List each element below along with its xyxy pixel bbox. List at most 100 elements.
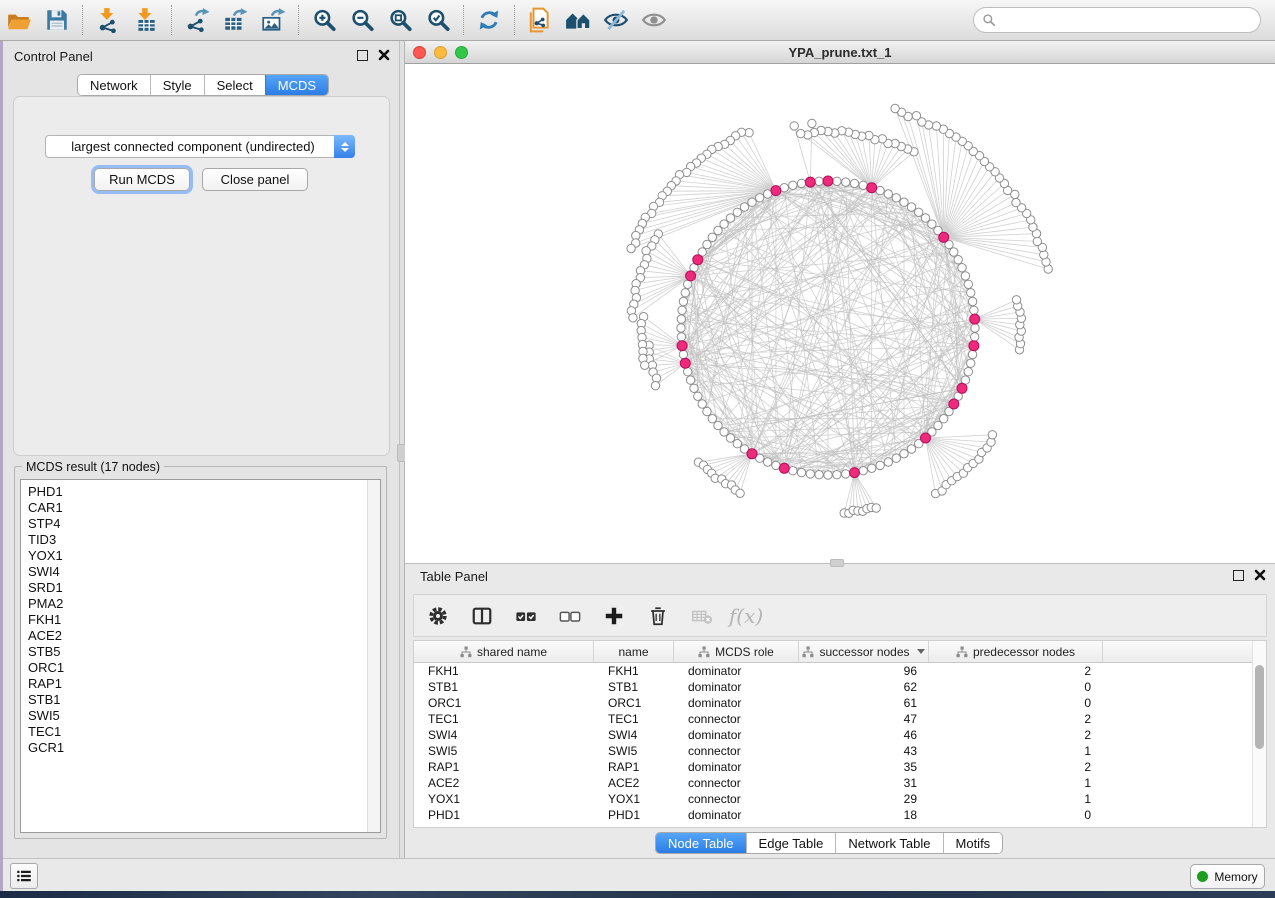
cell-mcds_role[interactable]: connector xyxy=(674,791,799,807)
table-row[interactable]: RAP1RAP1dominator352 xyxy=(414,759,1254,775)
network-view-canvas[interactable] xyxy=(405,64,1275,563)
table-row[interactable]: SWI5SWI5connector431 xyxy=(414,743,1254,759)
mcds-result-item[interactable]: STP4 xyxy=(28,516,380,532)
cell-shared_name[interactable]: ORC1 xyxy=(414,695,594,711)
zoom-out-icon[interactable] xyxy=(343,3,381,37)
tab-mcds[interactable]: MCDS xyxy=(265,75,328,95)
mcds-result-item[interactable]: TID3 xyxy=(28,532,380,548)
cell-name[interactable]: RAP1 xyxy=(594,759,674,775)
cell-shared_name[interactable]: STB1 xyxy=(414,679,594,695)
table-row[interactable]: TEC1TEC1connector472 xyxy=(414,711,1254,727)
cell-shared_name[interactable]: SWI5 xyxy=(414,743,594,759)
cell-predecessor_nodes[interactable]: 2 xyxy=(929,727,1103,743)
cell-name[interactable]: STB1 xyxy=(594,679,674,695)
close-panel-icon[interactable] xyxy=(378,49,390,61)
tab-node-table[interactable]: Node Table xyxy=(656,833,746,853)
save-session-icon[interactable] xyxy=(38,3,76,37)
open-file-icon[interactable] xyxy=(0,3,38,37)
mcds-result-item[interactable]: STB5 xyxy=(28,644,380,660)
table-row[interactable]: STB1STB1dominator620 xyxy=(414,679,1254,695)
deselect-all-columns-icon[interactable] xyxy=(556,602,584,630)
column-header-name[interactable]: name xyxy=(594,641,674,662)
import-network-icon[interactable] xyxy=(89,3,127,37)
cell-name[interactable]: SWI4 xyxy=(594,727,674,743)
cell-name[interactable]: YOX1 xyxy=(594,791,674,807)
cell-shared_name[interactable]: TEC1 xyxy=(414,711,594,727)
cell-mcds_role[interactable]: connector xyxy=(674,711,799,727)
tab-style[interactable]: Style xyxy=(150,75,204,95)
zoom-in-icon[interactable] xyxy=(305,3,343,37)
column-header-mcds_role[interactable]: MCDS role xyxy=(674,641,799,662)
cell-successor_nodes[interactable]: 35 xyxy=(799,759,929,775)
table-scrollbar-thumb[interactable] xyxy=(1255,665,1264,749)
mcds-list-scrollbar[interactable] xyxy=(367,480,380,832)
table-row[interactable]: YOX1YOX1connector291 xyxy=(414,791,1254,807)
first-neighbors-icon[interactable] xyxy=(559,3,597,37)
mcds-result-item[interactable]: SWI5 xyxy=(28,708,380,724)
mcds-result-item[interactable]: GCR1 xyxy=(28,740,380,756)
cell-predecessor_nodes[interactable]: 0 xyxy=(929,695,1103,711)
table-row[interactable]: FKH1FKH1dominator962 xyxy=(414,663,1254,679)
column-header-successor_nodes[interactable]: successor nodes xyxy=(799,641,929,662)
cell-predecessor_nodes[interactable]: 2 xyxy=(929,711,1103,727)
cell-name[interactable]: PHD1 xyxy=(594,807,674,823)
cell-shared_name[interactable]: YOX1 xyxy=(414,791,594,807)
cell-predecessor_nodes[interactable]: 1 xyxy=(929,743,1103,759)
delete-column-icon[interactable] xyxy=(644,602,672,630)
cell-successor_nodes[interactable]: 61 xyxy=(799,695,929,711)
cell-successor_nodes[interactable]: 96 xyxy=(799,663,929,679)
mcds-result-item[interactable]: STB1 xyxy=(28,692,380,708)
network-window-titlebar[interactable]: YPA_prune.txt_1 xyxy=(405,41,1275,64)
zoom-selected-icon[interactable] xyxy=(419,3,457,37)
cell-successor_nodes[interactable]: 31 xyxy=(799,775,929,791)
table-row[interactable]: SWI4SWI4dominator462 xyxy=(414,727,1254,743)
cell-predecessor_nodes[interactable]: 0 xyxy=(929,679,1103,695)
table-settings-gear-icon[interactable] xyxy=(424,602,452,630)
cell-predecessor_nodes[interactable]: 2 xyxy=(929,759,1103,775)
run-mcds-button[interactable]: Run MCDS xyxy=(94,168,190,191)
column-view-icon[interactable] xyxy=(468,602,496,630)
search-box[interactable] xyxy=(973,7,1261,33)
cell-name[interactable]: ORC1 xyxy=(594,695,674,711)
cell-shared_name[interactable]: SWI4 xyxy=(414,727,594,743)
cell-successor_nodes[interactable]: 47 xyxy=(799,711,929,727)
cell-mcds_role[interactable]: dominator xyxy=(674,807,799,823)
cell-mcds_role[interactable]: dominator xyxy=(674,695,799,711)
search-input[interactable] xyxy=(1002,13,1252,27)
tab-motifs[interactable]: Motifs xyxy=(943,833,1003,853)
cell-mcds_role[interactable]: dominator xyxy=(674,679,799,695)
hide-selected-icon[interactable] xyxy=(597,3,635,37)
node-table[interactable]: shared namenameMCDS rolesuccessor nodesp… xyxy=(413,640,1267,828)
mcds-result-item[interactable]: ACE2 xyxy=(28,628,380,644)
import-table-icon[interactable] xyxy=(127,3,165,37)
mcds-result-list[interactable]: PHD1CAR1STP4TID3YOX1SWI4SRD1PMA2FKH1ACE2… xyxy=(20,479,381,833)
float-panel-icon[interactable] xyxy=(357,50,368,61)
show-all-icon[interactable] xyxy=(635,3,673,37)
cell-mcds_role[interactable]: dominator xyxy=(674,663,799,679)
cell-successor_nodes[interactable]: 46 xyxy=(799,727,929,743)
mcds-result-item[interactable]: PHD1 xyxy=(28,484,380,500)
column-header-predecessor_nodes[interactable]: predecessor nodes xyxy=(929,641,1103,662)
float-table-panel-icon[interactable] xyxy=(1233,570,1244,581)
export-table-icon[interactable] xyxy=(216,3,254,37)
criterion-dropdown[interactable]: largest connected component (undirected) xyxy=(45,135,355,158)
cell-name[interactable]: ACE2 xyxy=(594,775,674,791)
cell-successor_nodes[interactable]: 62 xyxy=(799,679,929,695)
export-image-icon[interactable] xyxy=(254,3,292,37)
mcds-result-item[interactable]: FKH1 xyxy=(28,612,380,628)
mcds-result-item[interactable]: RAP1 xyxy=(28,676,380,692)
cell-name[interactable]: SWI5 xyxy=(594,743,674,759)
memory-button[interactable]: Memory xyxy=(1190,864,1265,889)
cell-successor_nodes[interactable]: 18 xyxy=(799,807,929,823)
select-all-columns-icon[interactable] xyxy=(512,602,540,630)
cell-shared_name[interactable]: PHD1 xyxy=(414,807,594,823)
cell-predecessor_nodes[interactable]: 2 xyxy=(929,663,1103,679)
new-network-from-selection-icon[interactable] xyxy=(521,3,559,37)
cell-predecessor_nodes[interactable]: 1 xyxy=(929,791,1103,807)
close-table-panel-icon[interactable] xyxy=(1254,569,1266,581)
cell-name[interactable]: TEC1 xyxy=(594,711,674,727)
mcds-result-item[interactable]: CAR1 xyxy=(28,500,380,516)
close-panel-button[interactable]: Close panel xyxy=(202,168,308,191)
mcds-result-item[interactable]: YOX1 xyxy=(28,548,380,564)
create-column-icon[interactable] xyxy=(600,602,628,630)
